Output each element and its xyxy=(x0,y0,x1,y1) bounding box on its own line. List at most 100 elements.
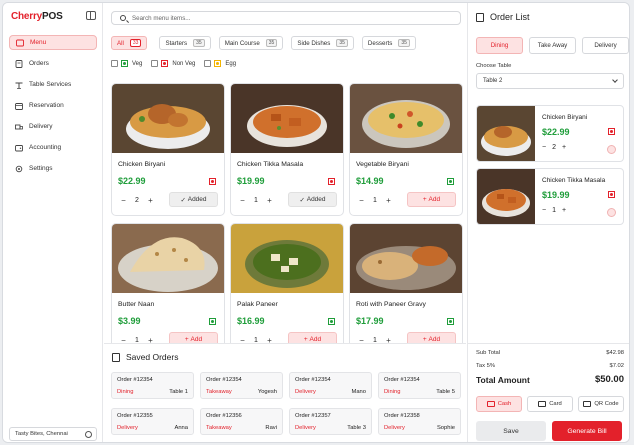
diet-filters: Veg Non Veg Egg xyxy=(111,60,236,67)
menu-grid: Chicken Biryani $22.99 −2 + ✓ Added Chick… xyxy=(111,83,463,345)
minus-icon[interactable]: − xyxy=(542,144,546,151)
order-item-name: Chicken Biryani xyxy=(542,114,588,121)
table-select[interactable]: Table 2 xyxy=(476,73,624,89)
search-input[interactable]: Search menu items... xyxy=(111,11,461,25)
category-tabs: All 33 Starters 35 Main Course 35 Side Dish… xyxy=(111,36,416,50)
order-panel: Order List Dining Take Away Delivery Cho… xyxy=(467,3,629,442)
save-button[interactable]: Save xyxy=(476,421,546,441)
menu-card[interactable]: Palak Paneer $16.99 −1 + + Add xyxy=(230,223,344,345)
saved-order-card[interactable]: Order #12354 Dining Table 1 xyxy=(111,372,194,399)
gear-icon xyxy=(15,165,23,172)
app-window: CherryPOS Menu Orders Table Services Res… xyxy=(2,2,630,443)
sidebar-item-reservation[interactable]: Reservation xyxy=(9,98,97,113)
saved-order-card[interactable]: Order #12358 Delivery Sophie xyxy=(378,408,461,435)
generate-bill-button[interactable]: Generate Bill xyxy=(552,421,622,441)
item-price: $22.99 xyxy=(118,176,146,186)
non-veg-icon xyxy=(608,191,615,198)
sidebar-item-orders[interactable]: Orders xyxy=(9,56,97,71)
menu-card[interactable]: Butter Naan $3.99 −1 + + Add xyxy=(111,223,225,345)
sidebar-item-menu[interactable]: Menu xyxy=(9,35,97,50)
total-row: Total Amount $50.00 xyxy=(476,374,624,385)
egg-checkbox[interactable] xyxy=(204,60,212,67)
chicken-tikka-masala-image xyxy=(231,84,343,153)
added-button[interactable]: ✓ Added xyxy=(288,192,337,207)
chevron-down-icon xyxy=(612,77,618,83)
payment-cash[interactable]: Cash xyxy=(476,396,522,412)
filter-non-veg[interactable]: Non Veg xyxy=(151,60,195,67)
added-button[interactable]: ✓ Added xyxy=(169,192,218,207)
egg-icon xyxy=(214,60,222,67)
plus-icon[interactable]: + xyxy=(562,144,566,151)
delete-icon[interactable] xyxy=(607,208,616,217)
delete-icon[interactable] xyxy=(607,145,616,154)
truck-icon xyxy=(15,124,23,129)
minus-icon[interactable]: − xyxy=(237,195,248,206)
sidebar-item-delivery[interactable]: Delivery xyxy=(9,119,97,134)
category-main-course[interactable]: Main Course 35 xyxy=(218,36,284,50)
veg-icon xyxy=(447,318,454,325)
saved-order-card[interactable]: Order #12354 Delivery Mano xyxy=(289,372,372,399)
item-name: Vegetable Biryani xyxy=(356,161,409,168)
item-price: $19.99 xyxy=(237,176,265,186)
item-price: $14.99 xyxy=(356,176,384,186)
plus-icon[interactable]: + xyxy=(562,207,566,214)
category-side-dishes[interactable]: Side Dishes 35 xyxy=(291,36,354,50)
receipt-icon xyxy=(112,352,120,362)
payment-card[interactable]: Card xyxy=(527,396,573,412)
order-item: Chicken Biryani $22.99 −2 + xyxy=(476,105,624,162)
payment-methods: Cash Card QR Code xyxy=(476,396,624,412)
quantity-stepper: −2 + xyxy=(118,195,156,206)
item-price: $16.99 xyxy=(237,316,265,326)
quantity-stepper: −2 + xyxy=(542,144,567,151)
quantity-stepper: −1 + xyxy=(237,195,275,206)
filter-egg[interactable]: Egg xyxy=(204,60,236,67)
veg-checkbox[interactable] xyxy=(111,60,118,67)
menu-card[interactable]: Roti with Paneer Gravy $17.99 −1 + + Add xyxy=(349,223,463,345)
non-veg-icon xyxy=(608,128,615,135)
item-price: $17.99 xyxy=(356,316,384,326)
store-settings-icon[interactable] xyxy=(85,431,92,438)
item-name: Chicken Biryani xyxy=(118,161,166,168)
plus-icon[interactable]: + xyxy=(383,195,394,206)
store-selector[interactable]: Tasty Bites, Chennai xyxy=(9,427,97,441)
minus-icon[interactable]: − xyxy=(118,195,129,206)
chicken-biryani-thumbnail xyxy=(477,106,535,161)
tab-dining[interactable]: Dining xyxy=(476,37,523,54)
order-item: Chicken Tikka Masala $19.99 −1 + xyxy=(476,168,624,225)
minus-icon[interactable]: − xyxy=(356,195,367,206)
category-starters[interactable]: Starters 35 xyxy=(159,36,211,50)
menu-card[interactable]: Vegetable Biryani $14.99 −1 + + Add xyxy=(349,83,463,216)
menu-card[interactable]: Chicken Biryani $22.99 −2 + ✓ Added xyxy=(111,83,225,216)
plus-icon[interactable]: + xyxy=(145,195,156,206)
menu-icon xyxy=(16,39,24,46)
item-name: Palak Paneer xyxy=(237,301,278,308)
sidebar-toggle-icon[interactable] xyxy=(86,11,96,20)
tab-take-away[interactable]: Take Away xyxy=(529,37,576,54)
menu-area: Search menu items... All 33 Starters 35 Ma… xyxy=(104,3,466,442)
saved-order-card[interactable]: Order #12354 Dining Table 5 xyxy=(378,372,461,399)
saved-order-card[interactable]: Order #12355 Delivery Anna xyxy=(111,408,194,435)
non-veg-icon xyxy=(328,178,335,185)
add-button[interactable]: + Add xyxy=(407,192,456,207)
cash-icon xyxy=(486,401,495,407)
menu-card[interactable]: Chicken Tikka Masala $19.99 −1 + ✓ Added xyxy=(230,83,344,216)
filter-veg[interactable]: Veg xyxy=(111,60,142,67)
tab-delivery[interactable]: Delivery xyxy=(582,37,629,54)
choose-table-label: Choose Table xyxy=(476,63,512,69)
order-actions: Save Generate Bill xyxy=(476,421,622,441)
category-all[interactable]: All 33 xyxy=(111,36,148,50)
sidebar-item-table-services[interactable]: Table Services xyxy=(9,77,97,92)
saved-order-card[interactable]: Order #12357 Delivery Table 3 xyxy=(289,408,372,435)
saved-order-card[interactable]: Order #12356 Takeaway Ravi xyxy=(200,408,283,435)
minus-icon[interactable]: − xyxy=(542,207,546,214)
table-icon xyxy=(15,82,23,89)
quantity-stepper: −1 + xyxy=(356,195,394,206)
vegetable-biryani-image xyxy=(350,84,462,153)
plus-icon[interactable]: + xyxy=(264,195,275,206)
non-veg-checkbox[interactable] xyxy=(151,60,159,67)
sidebar-item-settings[interactable]: Settings xyxy=(9,161,97,176)
payment-qr-code[interactable]: QR Code xyxy=(578,396,624,412)
sidebar-item-accounting[interactable]: Accounting xyxy=(9,140,97,155)
category-desserts[interactable]: Desserts 35 xyxy=(361,36,416,50)
saved-order-card[interactable]: Order #12354 Takeaway Yogesh xyxy=(200,372,283,399)
